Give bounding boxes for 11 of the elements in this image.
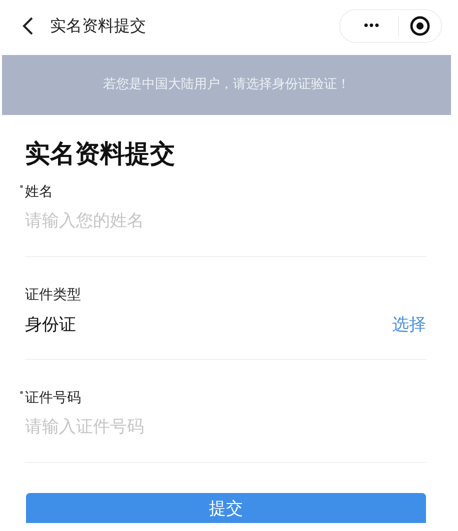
field-label: 证件号码: [25, 389, 81, 407]
field-label: 证件类型: [25, 286, 81, 304]
form-heading: 实名资料提交: [25, 138, 175, 170]
field-value: 身份证: [25, 314, 76, 336]
more-button[interactable]: •••: [354, 20, 388, 32]
field-label: 姓名: [25, 183, 53, 201]
select-link[interactable]: 选择: [392, 312, 426, 336]
notice-banner: 若您是中国大陆用户，请选择身份证验证！: [2, 55, 451, 115]
back-icon[interactable]: [22, 16, 34, 36]
submit-button[interactable]: 提交: [26, 493, 426, 523]
page-title: 实名资料提交: [50, 16, 147, 36]
